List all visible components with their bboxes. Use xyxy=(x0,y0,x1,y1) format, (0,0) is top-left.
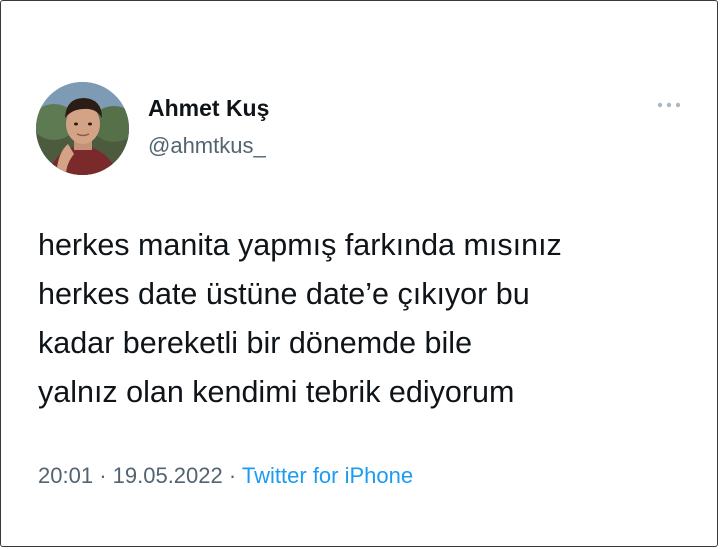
tweet-text-line: herkes date üstüne date’e çıkıyor bu xyxy=(38,277,530,311)
tweet-text-line: herkes manita yapmış farkında mısınız xyxy=(38,228,562,262)
tweet-text: herkes manita yapmış farkında mısınız he… xyxy=(38,221,698,417)
more-options-icon[interactable] xyxy=(653,97,685,113)
tweet-metadata: 20:01 · 19.05.2022 · Twitter for iPhone xyxy=(38,463,413,489)
avatar-photo-icon xyxy=(36,82,129,175)
author-handle[interactable]: @ahmtkus_ xyxy=(148,133,266,159)
tweet-time[interactable]: 20:01 xyxy=(38,463,93,488)
tweet-card: Ahmet Kuş @ahmtkus_ herkes manita yapmış… xyxy=(0,0,718,547)
author-display-name[interactable]: Ahmet Kuş xyxy=(148,95,269,122)
tweet-source-link[interactable]: Twitter for iPhone xyxy=(242,463,413,488)
tweet-text-line: kadar bereketli bir dönemde bile xyxy=(38,326,473,360)
tweet-date[interactable]: 19.05.2022 xyxy=(113,463,223,488)
meta-separator: · xyxy=(99,463,107,488)
meta-separator: · xyxy=(228,463,237,488)
tweet-text-line: yalnız olan kendimi tebrik ediyorum xyxy=(38,375,515,409)
avatar[interactable] xyxy=(36,82,129,175)
